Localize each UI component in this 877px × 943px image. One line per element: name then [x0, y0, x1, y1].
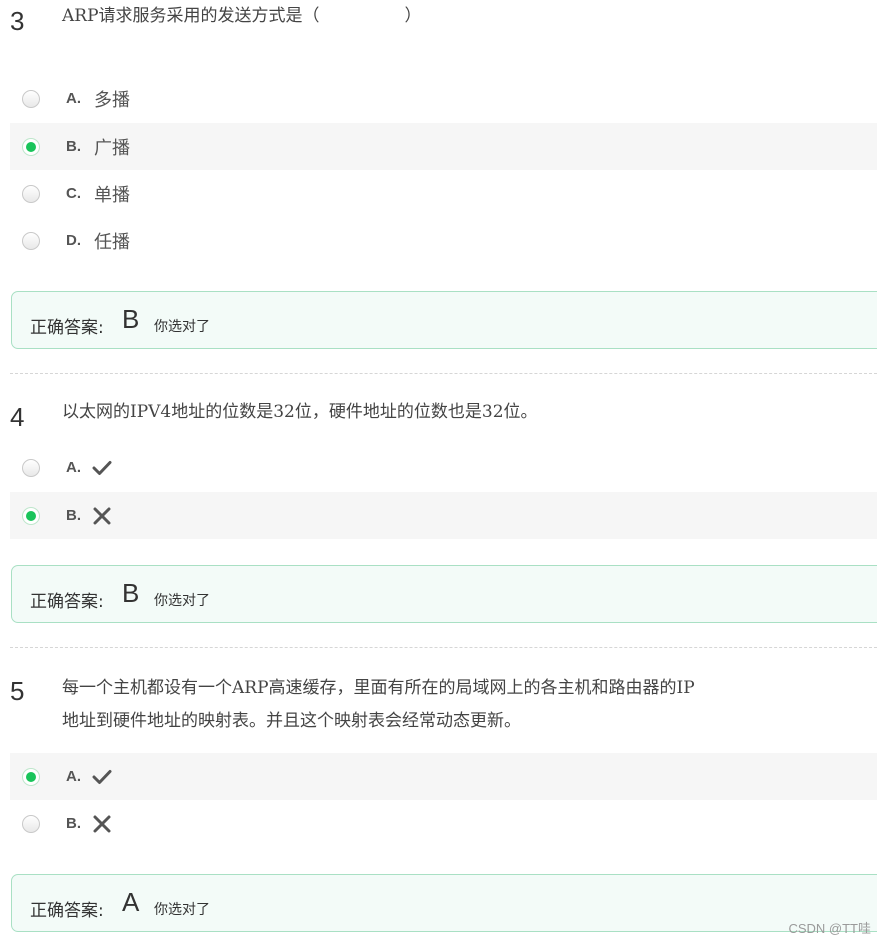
- radio-button[interactable]: [22, 184, 40, 203]
- answer-label: 正确答案:: [30, 592, 104, 612]
- option-b[interactable]: B. 广播: [10, 123, 877, 170]
- question-text-line-2: 地址到硬件地址的映射表。并且这个映射表会经常动态更新。: [62, 711, 521, 731]
- question-text: ARP请求服务采用的发送方式是（ ）: [62, 6, 422, 26]
- cross-icon: [93, 815, 111, 833]
- option-c[interactable]: C. 单播: [10, 170, 877, 217]
- option-letter: A.: [66, 90, 81, 107]
- question-text: 以太网的IPV4地址的位数是32位，硬件地址的位数也是32位。: [62, 402, 538, 422]
- option-b[interactable]: B.: [10, 492, 877, 539]
- question-number: 5: [10, 676, 25, 706]
- answer-value: B: [122, 304, 140, 334]
- option-text: 单播: [94, 184, 130, 206]
- radio-button[interactable]: [22, 814, 40, 833]
- option-a[interactable]: A.: [10, 444, 877, 491]
- option-letter: B.: [66, 815, 81, 832]
- answer-note: 你选对了: [154, 319, 210, 335]
- radio-button-selected[interactable]: [22, 506, 40, 525]
- option-letter: A.: [66, 768, 81, 785]
- answer-note: 你选对了: [154, 902, 210, 918]
- divider: [10, 647, 877, 648]
- answer-note: 你选对了: [154, 593, 210, 609]
- option-text: 广播: [94, 137, 130, 159]
- question-text-line-1: 每一个主机都设有一个ARP高速缓存，里面有所在的局域网上的各主机和路由器的IP: [62, 678, 695, 698]
- option-letter: A.: [66, 459, 81, 476]
- answer-box: 正确答案: B 你选对了: [11, 565, 877, 623]
- option-letter: C.: [66, 185, 81, 202]
- check-icon: [92, 770, 112, 784]
- answer-value: A: [122, 887, 140, 917]
- answer-box: 正确答案: B 你选对了: [11, 291, 877, 349]
- option-b[interactable]: B.: [10, 800, 877, 847]
- answer-value: B: [122, 578, 140, 608]
- watermark: CSDN @TT哇: [788, 921, 871, 936]
- option-d[interactable]: D. 任播: [10, 217, 877, 264]
- divider: [10, 373, 877, 374]
- option-a[interactable]: A. 多播: [10, 75, 877, 122]
- radio-button[interactable]: [22, 89, 40, 108]
- cross-icon: [93, 507, 111, 525]
- option-letter: B.: [66, 138, 81, 155]
- answer-label: 正确答案:: [30, 901, 104, 921]
- radio-button-selected[interactable]: [22, 767, 40, 786]
- answer-box: 正确答案: A 你选对了: [11, 874, 877, 932]
- option-letter: B.: [66, 507, 81, 524]
- option-text: 任播: [94, 231, 130, 253]
- option-letter: D.: [66, 232, 81, 249]
- question-number: 4: [10, 402, 25, 432]
- radio-button[interactable]: [22, 458, 40, 477]
- radio-button-selected[interactable]: [22, 137, 40, 156]
- option-text: 多播: [94, 89, 130, 111]
- check-icon: [92, 461, 112, 475]
- radio-button[interactable]: [22, 231, 40, 250]
- question-number: 3: [10, 6, 25, 36]
- answer-label: 正确答案:: [30, 318, 104, 338]
- option-a[interactable]: A.: [10, 753, 877, 800]
